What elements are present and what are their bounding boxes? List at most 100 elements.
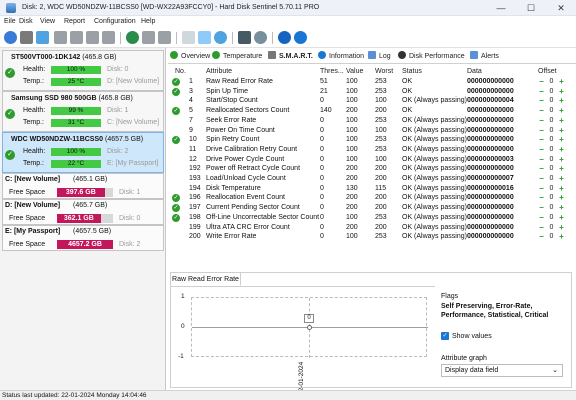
- offset-minus-button[interactable]: −: [538, 126, 545, 135]
- network-icon[interactable]: [214, 31, 227, 44]
- close-button[interactable]: ✕: [546, 0, 576, 16]
- tool-icon[interactable]: [54, 31, 67, 44]
- offset-plus-button[interactable]: +: [558, 136, 565, 144]
- offset-plus-button[interactable]: +: [558, 126, 565, 135]
- offset-zero-button[interactable]: 0: [548, 88, 555, 96]
- disk-icon[interactable]: [20, 31, 33, 44]
- column-header[interactable]: Data: [467, 68, 482, 75]
- graph-tab[interactable]: Raw Read Error Rate: [171, 273, 241, 286]
- offset-zero-button[interactable]: 0: [548, 107, 555, 115]
- table-row[interactable]: 7 Seek Error Rate 0 100 253 OK (Always passin…: [170, 116, 572, 127]
- offset-minus-button[interactable]: −: [538, 223, 545, 232]
- tab-smart[interactable]: S.M.A.R.T.: [268, 51, 313, 60]
- offset-zero-button[interactable]: 0: [548, 165, 555, 173]
- offset-minus-button[interactable]: −: [538, 184, 545, 193]
- table-row[interactable]: 9 Power On Time Count 0 100 100 OK (Always pa…: [170, 126, 572, 137]
- table-row[interactable]: ✓ 1 Raw Read Error Rate 51 100 253 OK 000000000…: [170, 78, 572, 88]
- table-row[interactable]: ✓ 3 Spin Up Time 21 100 253 OK 000000000000 −0 +: [170, 87, 572, 98]
- offset-zero-button[interactable]: 0: [548, 185, 555, 193]
- offset-plus-button[interactable]: +: [558, 97, 565, 105]
- copy-icon[interactable]: [198, 31, 211, 44]
- info-icon[interactable]: [294, 31, 307, 44]
- offset-minus-button[interactable]: −: [538, 145, 545, 154]
- tool-icon[interactable]: [158, 31, 171, 44]
- offset-plus-button[interactable]: +: [558, 223, 565, 232]
- offset-plus-button[interactable]: +: [558, 155, 565, 164]
- offset-zero-button[interactable]: 0: [548, 127, 555, 135]
- tool-icon[interactable]: [142, 31, 155, 44]
- tab-temperature[interactable]: Temperature: [212, 51, 262, 60]
- offset-minus-button[interactable]: −: [538, 155, 545, 164]
- menu-configuration[interactable]: Configuration: [94, 18, 136, 25]
- menu-help[interactable]: Help: [141, 18, 155, 25]
- table-row[interactable]: 4 Start/Stop Count 0 100 100 OK (Always passi…: [170, 97, 572, 107]
- column-header[interactable]: No.: [175, 68, 186, 75]
- offset-minus-button[interactable]: −: [538, 97, 545, 105]
- table-row[interactable]: 200 Write Error Rate 0 100 253 OK (Always pas…: [170, 233, 572, 243]
- table-row[interactable]: 192 Power off Retract Cycle Count 0 200 200 O…: [170, 165, 572, 175]
- menu-file[interactable]: Eile: [4, 18, 16, 25]
- maximize-button[interactable]: ☐: [516, 0, 546, 16]
- tab-log[interactable]: Log: [368, 51, 391, 60]
- offset-minus-button[interactable]: −: [538, 194, 545, 202]
- column-header[interactable]: Worst: [375, 68, 393, 75]
- offset-zero-button[interactable]: 0: [548, 136, 555, 144]
- table-row[interactable]: ✓ 196 Reallocation Event Count 0 200 200 OK (A…: [170, 194, 572, 204]
- column-header[interactable]: Thres...: [320, 68, 344, 75]
- offset-minus-button[interactable]: −: [538, 78, 545, 86]
- disk-entry[interactable]: WDC WD50NDZW-11BCSS0 (4657.5 GB) ✓ Healt…: [2, 132, 164, 173]
- menu-disk[interactable]: Disk: [19, 18, 33, 25]
- tool-icon[interactable]: [70, 31, 83, 44]
- minimize-button[interactable]: —: [486, 0, 516, 16]
- table-row[interactable]: ✓ 198 Off-Line Uncorrectable Sector Count 0…: [170, 213, 572, 224]
- table-row[interactable]: 194 Disk Temperature 0 130 115 OK (Always pas…: [170, 184, 572, 195]
- tool-icon[interactable]: [102, 31, 115, 44]
- column-header[interactable]: Attribute: [206, 68, 232, 75]
- table-row[interactable]: ✓ 197 Current Pending Sector Count 0 200 200 O…: [170, 204, 572, 214]
- tab-disk-performance[interactable]: Disk Performance: [398, 51, 465, 60]
- offset-minus-button[interactable]: −: [538, 233, 545, 241]
- offset-minus-button[interactable]: −: [538, 213, 545, 222]
- column-header[interactable]: Offset: [538, 68, 557, 75]
- table-row[interactable]: ✓ 10 Spin Retry Count 0 100 253 OK (Always pas…: [170, 136, 572, 146]
- offset-zero-button[interactable]: 0: [548, 194, 555, 202]
- offset-zero-button[interactable]: 0: [548, 214, 555, 222]
- offset-minus-button[interactable]: −: [538, 204, 545, 212]
- offset-zero-button[interactable]: 0: [548, 146, 555, 154]
- offset-zero-button[interactable]: 0: [548, 78, 555, 86]
- volume-entry[interactable]: D: [New Volume] (465.7 GB) Free Space 36…: [2, 199, 164, 225]
- report-pdf-icon[interactable]: [238, 31, 251, 44]
- offset-plus-button[interactable]: +: [558, 233, 565, 241]
- offset-plus-button[interactable]: +: [558, 184, 565, 193]
- offset-minus-button[interactable]: −: [538, 87, 545, 96]
- offset-minus-button[interactable]: −: [538, 175, 545, 183]
- offset-zero-button[interactable]: 0: [548, 204, 555, 212]
- column-header[interactable]: Status: [402, 68, 422, 75]
- table-row[interactable]: 193 Load/Unload Cycle Count 0 200 200 OK (Alw…: [170, 175, 572, 185]
- table-row[interactable]: 11 Drive Calibration Retry Count 0 100 253 OK…: [170, 145, 572, 156]
- disk-entry[interactable]: ST500VT000-1DK142 (465.8 GB) ✓ Health: 1…: [2, 50, 164, 91]
- offset-plus-button[interactable]: +: [558, 107, 565, 115]
- tab-information[interactable]: Information: [318, 51, 364, 60]
- tab-overview[interactable]: Overview: [170, 51, 210, 60]
- help-icon[interactable]: [278, 31, 291, 44]
- offset-plus-button[interactable]: +: [558, 194, 565, 202]
- refresh-icon[interactable]: [4, 31, 17, 44]
- table-row[interactable]: 199 Ultra ATA CRC Error Count 0 200 200 OK (A…: [170, 223, 572, 234]
- volume-entry[interactable]: C: [New Volume] (465.1 GB) Free Space 39…: [2, 173, 164, 199]
- menu-view[interactable]: View: [40, 18, 55, 25]
- settings-icon[interactable]: [254, 31, 267, 44]
- offset-plus-button[interactable]: +: [558, 165, 565, 173]
- offset-minus-button[interactable]: −: [538, 107, 545, 115]
- column-header[interactable]: Value: [346, 68, 363, 75]
- disk-entry[interactable]: Samsung SSD 980 500GB (465.8 GB) ✓ Healt…: [2, 91, 164, 132]
- offset-plus-button[interactable]: +: [558, 204, 565, 212]
- offset-zero-button[interactable]: 0: [548, 117, 555, 125]
- offset-plus-button[interactable]: +: [558, 116, 565, 125]
- table-row[interactable]: 12 Drive Power Cycle Count 0 100 100 OK (Alwa…: [170, 155, 572, 166]
- offset-plus-button[interactable]: +: [558, 213, 565, 222]
- offset-zero-button[interactable]: 0: [548, 233, 555, 241]
- offset-zero-button[interactable]: 0: [548, 97, 555, 105]
- offset-plus-button[interactable]: +: [558, 175, 565, 183]
- offset-minus-button[interactable]: −: [538, 136, 545, 144]
